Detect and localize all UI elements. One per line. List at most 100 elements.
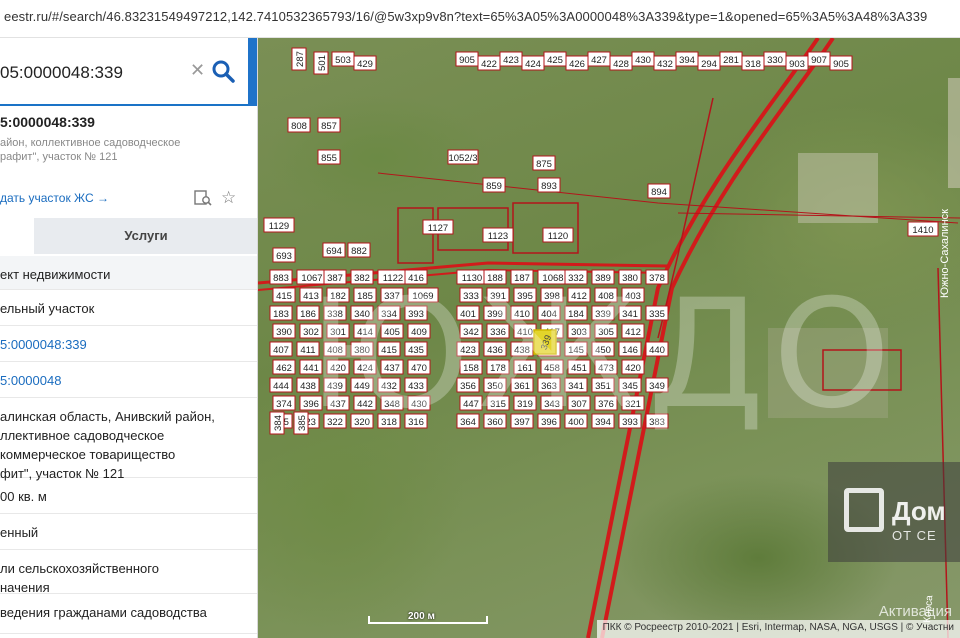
- parcel-label[interactable]: 321: [621, 395, 645, 411]
- parcel-label[interactable]: 393: [404, 305, 428, 321]
- detail-row[interactable]: 5:0000048: [0, 362, 257, 398]
- parcel-label[interactable]: 305: [594, 323, 618, 339]
- parcel-label[interactable]: 318: [741, 55, 765, 71]
- parcel-label[interactable]: 422: [477, 55, 501, 71]
- parcel-label[interactable]: 363: [537, 377, 561, 393]
- parcel-label[interactable]: 438: [510, 341, 534, 357]
- parcel-label[interactable]: 1052/3: [447, 149, 479, 165]
- parcel-label[interactable]: 436: [483, 341, 507, 357]
- parcel-label[interactable]: 394: [591, 413, 615, 429]
- parcel-label[interactable]: 339: [591, 305, 615, 321]
- parcel-label[interactable]: 430: [631, 51, 655, 67]
- parcel-label[interactable]: 340: [350, 305, 374, 321]
- parcel-label[interactable]: 178: [486, 359, 510, 375]
- parcel-label[interactable]: 350: [483, 377, 507, 393]
- parcel-label[interactable]: 875: [532, 155, 556, 171]
- parcel-label[interactable]: 186: [296, 305, 320, 321]
- parcel-label[interactable]: 301: [326, 323, 350, 339]
- parcel-label[interactable]: 694: [322, 242, 346, 258]
- parcel-label[interactable]: 182: [326, 287, 350, 303]
- parcel-label[interactable]: 412: [567, 287, 591, 303]
- parcel-label[interactable]: 470: [407, 359, 431, 375]
- parcel-label[interactable]: 351: [591, 377, 615, 393]
- parcel-label[interactable]: 338: [323, 305, 347, 321]
- parcel-label[interactable]: 1069: [407, 287, 439, 303]
- parcel-label[interactable]: 332: [564, 269, 588, 285]
- parcel-label[interactable]: 398: [540, 287, 564, 303]
- parcel-label[interactable]: 404: [537, 305, 561, 321]
- parcel-label[interactable]: 399: [483, 305, 507, 321]
- parcel-label[interactable]: 424: [521, 55, 545, 71]
- parcel-label[interactable]: 426: [565, 55, 589, 71]
- parcel-label[interactable]: 883: [269, 269, 293, 285]
- parcel-label[interactable]: 183: [269, 305, 293, 321]
- parcel-label[interactable]: 185: [353, 287, 377, 303]
- parcel-label[interactable]: 424: [353, 359, 377, 375]
- parcel-label[interactable]: 364: [456, 413, 480, 429]
- parcel-label[interactable]: 380: [618, 269, 642, 285]
- parcel-label[interactable]: 427: [587, 51, 611, 67]
- tab-info[interactable]: [0, 218, 34, 254]
- address-bar[interactable]: eestr.ru/#/search/46.83231549497212,142.…: [0, 0, 960, 38]
- parcel-label[interactable]: 333: [459, 287, 483, 303]
- search-input[interactable]: 05:0000048:339: [0, 63, 123, 83]
- parcel-label[interactable]: 437: [380, 359, 404, 375]
- parcel-label[interactable]: 335: [645, 305, 669, 321]
- parcel-label[interactable]: 808: [287, 117, 311, 133]
- parcel-label[interactable]: 903: [785, 55, 809, 71]
- parcel-label[interactable]: 439: [323, 377, 347, 393]
- parcel-label[interactable]: 361: [510, 377, 534, 393]
- parcel-label[interactable]: 428: [609, 55, 633, 71]
- parcel-label[interactable]: 458: [540, 359, 564, 375]
- parcel-label[interactable]: 447: [459, 395, 483, 411]
- parcel-label[interactable]: 393: [618, 413, 642, 429]
- parcel-label[interactable]: 441: [299, 359, 323, 375]
- parcel-label[interactable]: 882: [347, 242, 371, 258]
- parcel-label[interactable]: 429: [353, 55, 377, 71]
- parcel-label[interactable]: 859: [482, 177, 506, 193]
- parcel-label[interactable]: 294: [697, 55, 721, 71]
- parcel-label[interactable]: 462: [272, 359, 296, 375]
- parcel-label[interactable]: 473: [594, 359, 618, 375]
- parcel-label[interactable]: 397: [510, 413, 534, 429]
- parcel-label[interactable]: 343: [540, 395, 564, 411]
- parcel-label[interactable]: 319: [513, 395, 537, 411]
- parcel-label[interactable]: 409: [407, 323, 431, 339]
- parcel-label[interactable]: 1130: [456, 269, 488, 285]
- parcel-label[interactable]: 302: [299, 323, 323, 339]
- parcel-label[interactable]: 374: [272, 395, 296, 411]
- parcel-label[interactable]: 413: [299, 287, 323, 303]
- parcel-label[interactable]: 376: [594, 395, 618, 411]
- parcel-label[interactable]: 1122: [377, 269, 409, 285]
- parcel-label[interactable]: 341: [618, 305, 642, 321]
- parcel-label[interactable]: 449: [350, 377, 374, 393]
- parcel-label[interactable]: 349: [645, 377, 669, 393]
- parcel-label[interactable]: 432: [653, 55, 677, 71]
- parcel-label[interactable]: 184: [564, 305, 588, 321]
- parcel-label[interactable]: 320: [350, 413, 374, 429]
- order-parcel-link[interactable]: дать участок ЖС →: [0, 191, 109, 205]
- parcel-label[interactable]: 423: [456, 341, 480, 357]
- parcel-label[interactable]: 435: [404, 341, 428, 357]
- parcel-label[interactable]: 158: [459, 359, 483, 375]
- parcel-label[interactable]: 360: [483, 413, 507, 429]
- parcel-label[interactable]: 380: [350, 341, 374, 357]
- parcel-label[interactable]: 433: [404, 377, 428, 393]
- parcel-label[interactable]: 387: [323, 269, 347, 285]
- parcel-label[interactable]: 408: [323, 341, 347, 357]
- parcel-label[interactable]: 356: [456, 377, 480, 393]
- parcel-label[interactable]: 451: [567, 359, 591, 375]
- parcel-label[interactable]: 385: [293, 411, 309, 435]
- parcel-label[interactable]: 348: [380, 395, 404, 411]
- parcel-label[interactable]: 322: [323, 413, 347, 429]
- parcel-label[interactable]: 318: [377, 413, 401, 429]
- parcel-label[interactable]: 415: [377, 341, 401, 357]
- parcel-label[interactable]: 396: [299, 395, 323, 411]
- parcel-label[interactable]: 330: [763, 51, 787, 67]
- parcel-label[interactable]: 415: [272, 287, 296, 303]
- parcel-label[interactable]: 432: [377, 377, 401, 393]
- parcel-label[interactable]: 1410: [907, 221, 939, 237]
- parcel-label[interactable]: 420: [621, 359, 645, 375]
- parcel-label[interactable]: 1129: [263, 217, 295, 233]
- parcel-label[interactable]: 410: [510, 305, 534, 321]
